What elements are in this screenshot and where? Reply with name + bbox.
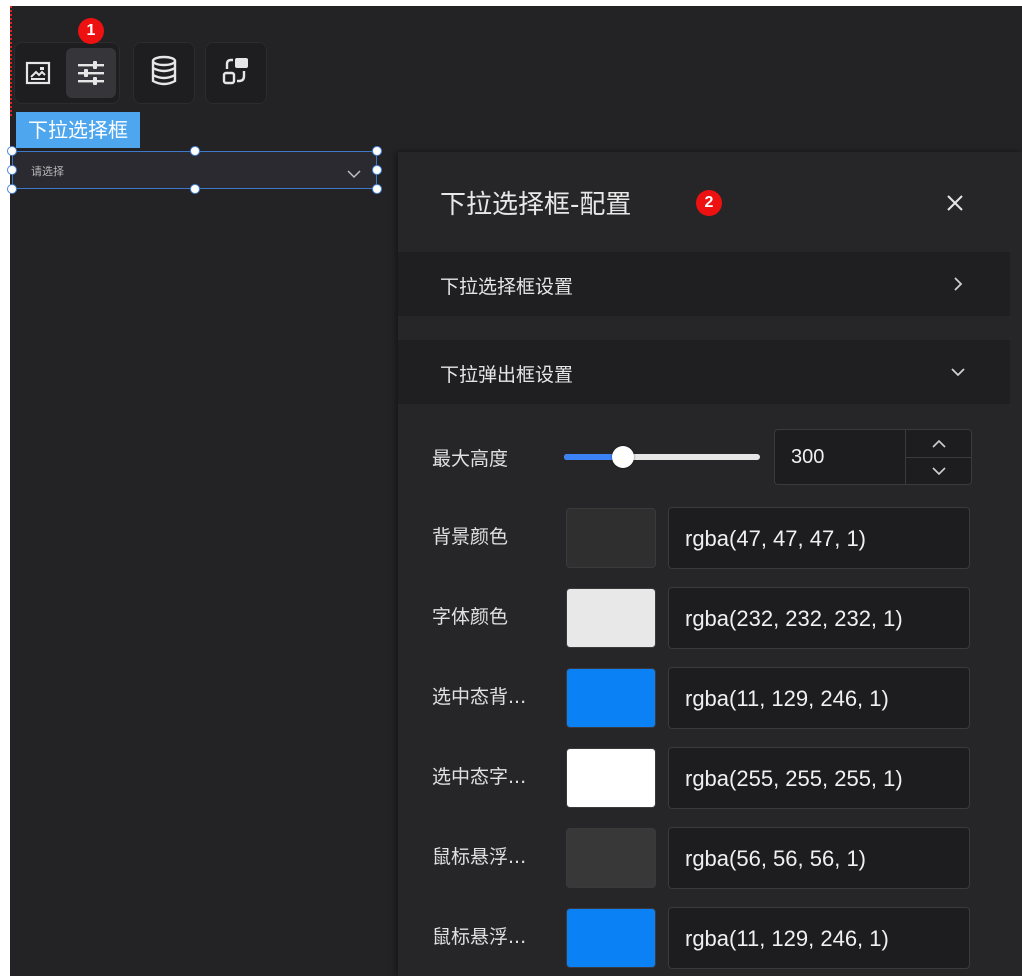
database-button[interactable] xyxy=(133,42,195,104)
color-swatch[interactable] xyxy=(566,828,656,888)
section-popup-settings[interactable]: 下拉弹出框设置 xyxy=(398,340,1010,404)
color-field-label: 背景颜色 xyxy=(432,526,509,548)
color-swatch[interactable] xyxy=(566,508,656,568)
resize-handle-tm[interactable] xyxy=(191,147,199,155)
sliders-icon[interactable] xyxy=(66,48,116,98)
color-value-text: rgba(232, 232, 232, 1) xyxy=(685,606,903,631)
color-value-input[interactable]: rgba(255, 255, 255, 1) xyxy=(668,747,970,809)
step-badge-1: 1 xyxy=(78,18,104,44)
color-value-input[interactable]: rgba(232, 232, 232, 1) xyxy=(668,587,970,649)
chevron-down-icon[interactable] xyxy=(906,457,972,484)
color-swatch[interactable] xyxy=(566,748,656,808)
max-height-slider[interactable] xyxy=(564,446,760,468)
panel-title: 下拉选择框-配置 xyxy=(440,190,632,220)
chevron-down-icon xyxy=(347,164,361,183)
dropdown-select-component[interactable]: 请选择 xyxy=(12,151,377,189)
max-height-label: 最大高度 xyxy=(432,448,509,470)
interaction-button[interactable] xyxy=(205,42,267,104)
toolbar-group-style xyxy=(14,42,120,104)
number-stepper xyxy=(905,430,972,484)
image-icon[interactable] xyxy=(18,55,58,91)
color-value-input[interactable]: rgba(47, 47, 47, 1) xyxy=(668,507,970,569)
section-dropdown-settings[interactable]: 下拉选择框设置 xyxy=(398,252,1010,316)
color-value-text: rgba(11, 129, 246, 1) xyxy=(685,686,889,711)
slider-thumb[interactable] xyxy=(611,446,634,468)
color-field-label: 鼠标悬浮... xyxy=(432,846,527,868)
chevron-down-icon xyxy=(946,360,970,384)
color-swatch[interactable] xyxy=(566,668,656,728)
close-icon[interactable] xyxy=(938,186,972,220)
resize-handle-tr[interactable] xyxy=(373,147,381,155)
chevron-up-icon[interactable] xyxy=(906,430,972,458)
color-swatch[interactable] xyxy=(566,908,656,968)
color-value-input[interactable]: rgba(11, 129, 246, 1) xyxy=(668,667,970,729)
color-value-input[interactable]: rgba(56, 56, 56, 1) xyxy=(668,827,970,889)
color-value-text: rgba(255, 255, 255, 1) xyxy=(685,766,903,791)
color-field-label: 鼠标悬浮... xyxy=(432,926,527,948)
max-height-value: 300 xyxy=(791,446,825,468)
color-field-label: 选中态字... xyxy=(432,766,527,788)
max-height-input[interactable]: 300 xyxy=(774,429,972,485)
resize-handle-ml[interactable] xyxy=(8,166,16,174)
component-name-tag: 下拉选择框 xyxy=(16,112,140,148)
select-placeholder: 请选择 xyxy=(31,165,64,178)
resize-handle-bm[interactable] xyxy=(191,185,199,193)
section-label: 下拉弹出框设置 xyxy=(440,364,574,386)
step-badge-2: 2 xyxy=(696,190,722,216)
resize-handle-br[interactable] xyxy=(373,185,381,193)
resize-handle-mr[interactable] xyxy=(373,166,381,174)
color-value-input[interactable]: rgba(11, 129, 246, 1) xyxy=(668,907,970,969)
color-value-text: rgba(11, 129, 246, 1) xyxy=(685,926,889,951)
chevron-right-icon xyxy=(946,272,970,296)
color-value-text: rgba(56, 56, 56, 1) xyxy=(685,846,867,871)
resize-handle-bl[interactable] xyxy=(8,185,16,193)
color-field-label: 选中态背... xyxy=(432,686,527,708)
database-icon xyxy=(149,55,179,91)
color-value-text: rgba(47, 47, 47, 1) xyxy=(685,526,867,551)
canvas-guide-line xyxy=(10,6,12,116)
color-swatch[interactable] xyxy=(566,588,656,648)
resize-handle-tl[interactable] xyxy=(8,147,16,155)
section-label: 下拉选择框设置 xyxy=(440,276,574,298)
color-field-label: 字体颜色 xyxy=(432,606,509,628)
interaction-icon xyxy=(220,55,252,91)
config-panel: 下拉选择框-配置 2 下拉选择框设置 下拉弹出框设置 最大高度 300 背景颜色… xyxy=(398,152,1022,976)
